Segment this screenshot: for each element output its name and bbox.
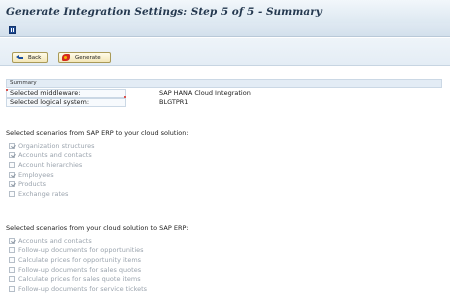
section-title-erp-to-cloud: Selected scenarios from SAP ERP to your … <box>6 129 189 137</box>
list-item: Follow-up documents for sales quotes <box>9 265 147 275</box>
back-button-label: Back <box>28 54 42 61</box>
list-item: Accounts and contacts <box>9 236 147 246</box>
checkbox[interactable] <box>9 247 15 254</box>
item-label: Follow-up documents for sales quotes <box>18 265 142 274</box>
item-label: Accounts and contacts <box>18 236 92 245</box>
list-item: Follow-up documents for opportunities <box>9 246 147 256</box>
logical-system-label: Selected logical system: <box>6 98 126 107</box>
item-label: Account hierarchies <box>18 160 83 169</box>
menu-icon[interactable] <box>9 26 16 34</box>
back-arrow-icon <box>16 55 23 60</box>
item-label: Employees <box>18 170 54 179</box>
list-item: Employees <box>9 170 95 180</box>
item-label: Accounts and contacts <box>18 151 92 160</box>
list-item: Accounts and contacts <box>9 151 95 161</box>
summary-row-middleware: Selected middleware: SAP HANA Cloud Inte… <box>6 89 442 98</box>
checkbox[interactable] <box>9 285 15 292</box>
section-title-cloud-to-erp: Selected scenarios from your cloud solut… <box>6 224 189 232</box>
checkbox[interactable] <box>9 237 15 244</box>
summary-panel: Summary Selected middleware: SAP HANA Cl… <box>0 67 450 304</box>
generate-button-label: Generate <box>75 54 101 61</box>
list-item: Exchange rates <box>9 189 95 199</box>
checkbox[interactable] <box>9 171 15 178</box>
checkbox[interactable] <box>9 256 15 263</box>
summary-heading: Summary <box>6 79 442 88</box>
item-label: Products <box>18 180 47 189</box>
cloud-to-erp-list: Accounts and contacts Follow-up document… <box>9 236 147 294</box>
list-item: Follow-up documents for service tickets <box>9 284 147 294</box>
erp-to-cloud-list: Organization structures Accounts and con… <box>9 141 95 199</box>
back-button[interactable]: Back <box>12 52 48 63</box>
item-label: Follow-up documents for opportunities <box>18 246 144 255</box>
checkbox[interactable] <box>9 276 15 283</box>
list-item: Calculate prices for sales quote items <box>9 274 147 284</box>
checkbox[interactable] <box>9 190 15 197</box>
checkbox[interactable] <box>9 142 15 149</box>
summary-row-logical-system: Selected logical system: BLGTPR1 <box>6 98 442 107</box>
generate-button[interactable]: Generate <box>58 52 111 63</box>
item-label: Calculate prices for opportunity items <box>18 255 142 264</box>
middleware-label: Selected middleware: <box>6 89 126 98</box>
list-item: Account hierarchies <box>9 160 95 170</box>
item-label: Follow-up documents for service tickets <box>18 284 148 293</box>
list-item: Calculate prices for opportunity items <box>9 255 147 265</box>
middleware-value: SAP HANA Cloud Integration <box>159 89 251 97</box>
item-label: Organization structures <box>18 141 95 150</box>
checkbox[interactable] <box>9 181 15 188</box>
item-label: Calculate prices for sales quote items <box>18 275 141 284</box>
list-item: Organization structures <box>9 141 95 151</box>
title-bar: Generate Integration Settings: Step 5 of… <box>0 0 450 23</box>
checkbox[interactable] <box>9 161 15 168</box>
menu-bar <box>0 23 450 37</box>
generate-icon <box>62 54 70 61</box>
logical-system-value: BLGTPR1 <box>159 98 189 106</box>
checkbox[interactable] <box>9 152 15 159</box>
page-title: Generate Integration Settings: Step 5 of… <box>6 6 322 18</box>
item-label: Exchange rates <box>18 189 69 198</box>
toolbar: Back Generate <box>0 38 450 66</box>
checkbox[interactable] <box>9 266 15 273</box>
list-item: Products <box>9 179 95 189</box>
